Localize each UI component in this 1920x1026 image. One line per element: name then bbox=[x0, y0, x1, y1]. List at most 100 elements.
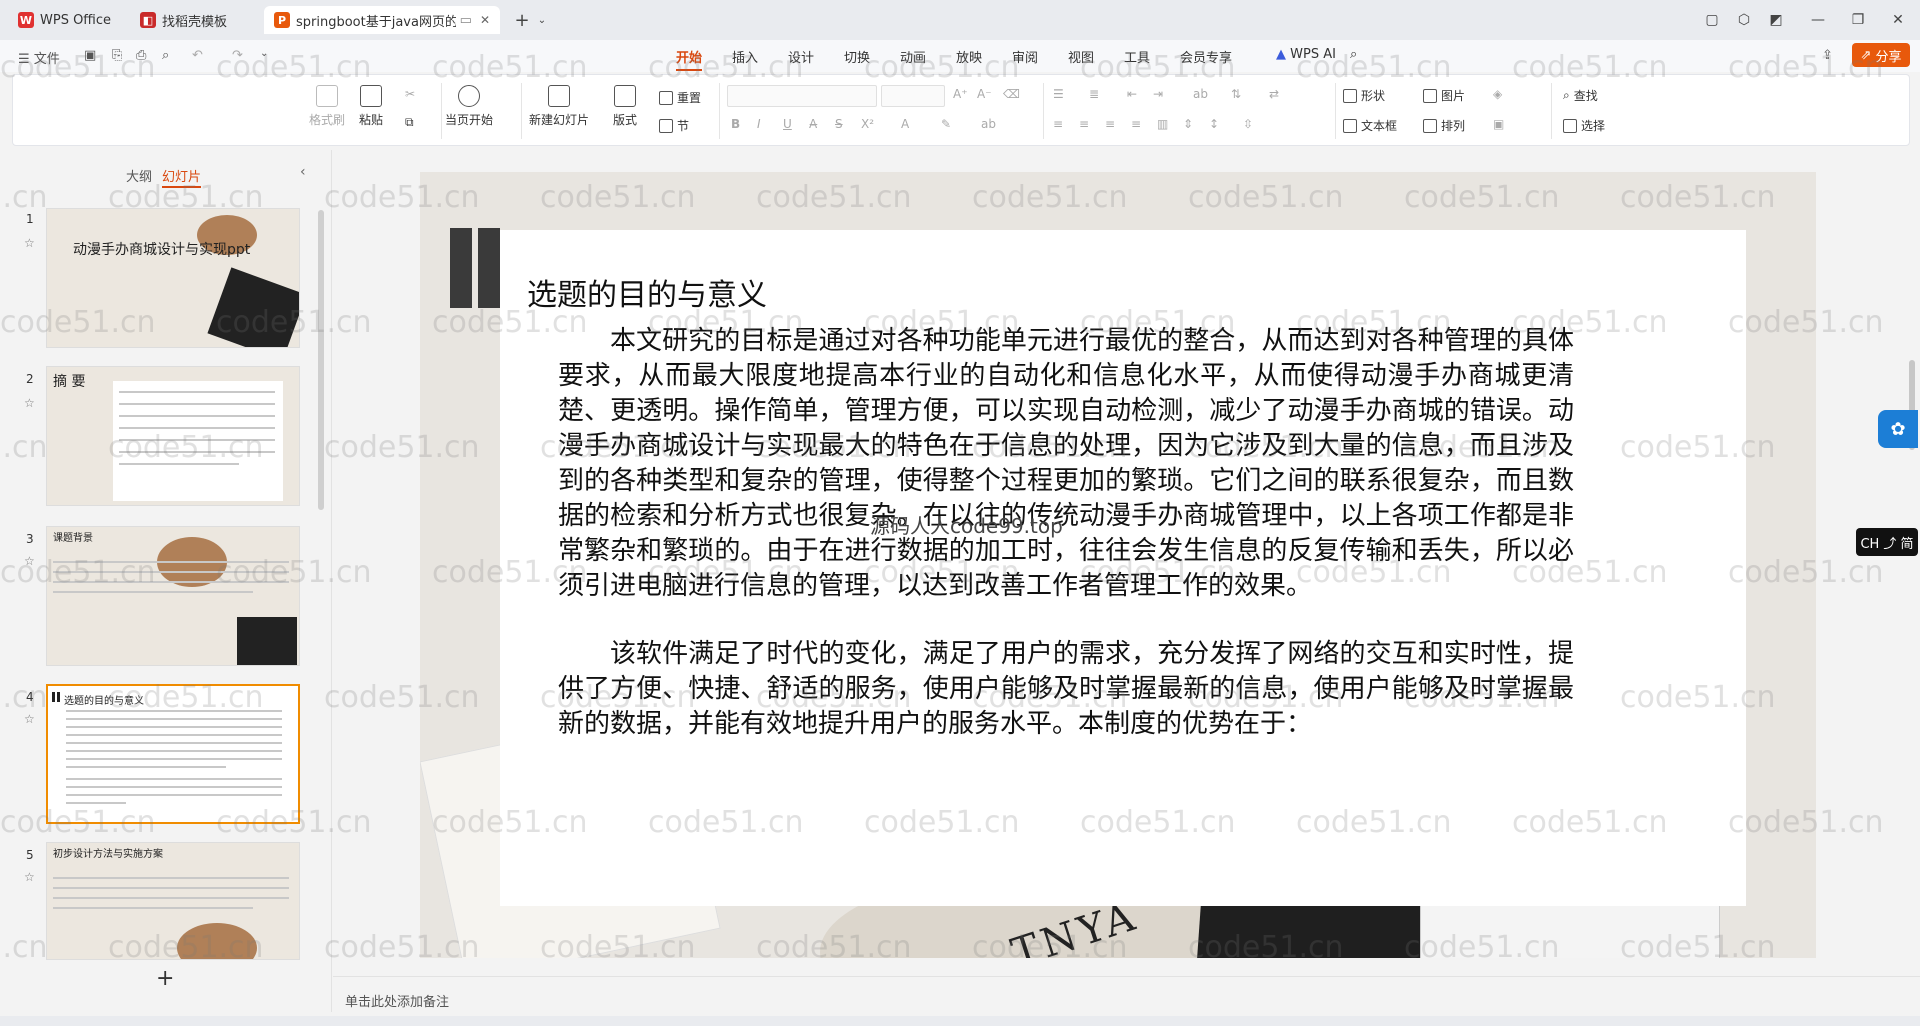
numbered-list-icon[interactable]: ≣ bbox=[1089, 87, 1099, 101]
copy-icon[interactable]: ⧉ bbox=[405, 115, 414, 130]
star-icon[interactable]: ☆ bbox=[24, 236, 35, 250]
tab-home[interactable]: 开始 bbox=[676, 47, 703, 71]
select-button[interactable]: 选择 bbox=[1563, 117, 1605, 134]
close-tab-icon[interactable]: ✕ bbox=[480, 13, 490, 27]
undo-icon[interactable]: ↶ bbox=[192, 48, 203, 63]
find-button[interactable]: ⌕ 查找 bbox=[1563, 87, 1598, 104]
vertical-align-icon[interactable]: ⇕ bbox=[1183, 117, 1193, 131]
tab-slideshow[interactable]: 放映 bbox=[956, 47, 982, 66]
text-direction-icon[interactable]: ab bbox=[1193, 87, 1208, 101]
picture-button[interactable]: 图片 bbox=[1423, 87, 1465, 104]
restore-icon[interactable]: ❐ bbox=[1846, 8, 1870, 32]
wps-ai-button[interactable]: ▲ WPS AI bbox=[1276, 47, 1336, 62]
cube-icon[interactable]: ⬡ bbox=[1732, 8, 1756, 32]
italic-icon[interactable]: I bbox=[757, 117, 761, 131]
slide-thumbnail-4-selected[interactable]: 选题的目的与意义 bbox=[46, 684, 300, 824]
layout-button[interactable]: 版式 bbox=[613, 85, 637, 128]
add-slide-button[interactable]: + bbox=[156, 966, 174, 991]
cut-icon[interactable]: ✂ bbox=[405, 87, 415, 101]
sort-icon[interactable]: ⇅ bbox=[1231, 87, 1241, 101]
font-family-select[interactable] bbox=[727, 85, 877, 107]
star-icon[interactable]: ☆ bbox=[24, 870, 35, 884]
slide-paragraph-2[interactable]: 该软件满足了时代的变化，满足了用户的需求，充分发挥了网络的交互和实时性，提供了方… bbox=[558, 637, 1574, 742]
star-icon[interactable]: ☆ bbox=[24, 554, 35, 568]
ime-indicator[interactable]: CH ⤴ 简 bbox=[1856, 528, 1918, 556]
shape-button[interactable]: 形状 bbox=[1343, 87, 1385, 104]
reset-button[interactable]: 重置 bbox=[659, 89, 701, 106]
print-icon[interactable]: ⎙ bbox=[136, 48, 146, 63]
slide-title[interactable]: 选题的目的与意义 bbox=[527, 270, 767, 314]
print-preview-icon[interactable]: ⌕ bbox=[162, 48, 169, 63]
highlight-icon[interactable]: ✎ bbox=[941, 117, 951, 131]
redo-icon[interactable]: ↷ bbox=[232, 48, 243, 63]
slide-thumbnail-1[interactable]: 动漫手办商城设计与实现ppt bbox=[46, 208, 300, 348]
textbox-button[interactable]: 文本框 bbox=[1343, 117, 1397, 134]
tab-wps-office[interactable]: W WPS Office bbox=[8, 6, 123, 34]
char-spacing-icon[interactable]: ab bbox=[981, 117, 996, 131]
align-left-icon[interactable]: ≡ bbox=[1053, 117, 1063, 131]
superscript-icon[interactable]: X² bbox=[861, 117, 874, 131]
window-layout-icon[interactable]: ▢ bbox=[1700, 8, 1724, 32]
avatar[interactable]: ◩ bbox=[1764, 8, 1788, 32]
star-icon[interactable]: ☆ bbox=[24, 396, 35, 410]
new-slide-button[interactable]: 新建幻灯片 bbox=[529, 85, 589, 128]
star-icon[interactable]: ☆ bbox=[24, 712, 35, 726]
tab-view[interactable]: 视图 bbox=[1068, 47, 1094, 66]
cloud-sync-icon[interactable]: ⇪ bbox=[1822, 48, 1833, 63]
font-color-icon[interactable]: A bbox=[901, 117, 909, 131]
underline-icon[interactable]: U bbox=[783, 117, 792, 131]
clear-format-icon[interactable]: ⌫ bbox=[1003, 87, 1020, 101]
tab-docer[interactable]: ◧ 找稻壳模板 bbox=[130, 6, 258, 34]
slide-paragraph-1[interactable]: 本文研究的目标是通过对各种功能单元进行最优的整合，从而达到对各种管理的具体要求，… bbox=[558, 324, 1574, 604]
bold-icon[interactable]: B bbox=[731, 117, 740, 131]
tab-tools[interactable]: 工具 bbox=[1124, 47, 1150, 66]
tab-list-chevron-icon[interactable]: ⌄ bbox=[530, 8, 554, 32]
vertical-scrollbar[interactable] bbox=[1906, 150, 1920, 976]
increase-font-icon[interactable]: A⁺ bbox=[953, 87, 968, 101]
tab-insert[interactable]: 插入 bbox=[732, 47, 758, 66]
tab-outline[interactable]: 大纲 bbox=[126, 166, 152, 185]
arrange-button[interactable]: 排列 bbox=[1423, 117, 1465, 134]
outline-icon[interactable]: ▣ bbox=[1493, 117, 1504, 131]
font-size-select[interactable] bbox=[881, 85, 945, 107]
shadow-icon[interactable]: S bbox=[835, 117, 843, 131]
quick-access-chevron-icon[interactable]: ⌄ bbox=[260, 48, 268, 59]
tab-slides[interactable]: 幻灯片 bbox=[162, 166, 202, 188]
slide-thumbnail-3[interactable]: 课题背景 bbox=[46, 526, 300, 666]
slide-thumbnail-5[interactable]: 初步设计方法与实施方案 bbox=[46, 842, 300, 960]
fill-icon[interactable]: ◈ bbox=[1493, 87, 1502, 101]
bullet-list-icon[interactable]: ☰ bbox=[1053, 87, 1064, 101]
collapse-panel-icon[interactable]: ‹ bbox=[300, 164, 306, 180]
align-center-icon[interactable]: ≡ bbox=[1079, 117, 1089, 131]
tab-active-document[interactable]: P springboot基于java网页的 ▭ ✕ bbox=[264, 6, 500, 34]
section-button[interactable]: 节 bbox=[659, 117, 689, 134]
panel-scrollbar[interactable] bbox=[318, 210, 324, 510]
convert-smartart-icon[interactable]: ⇄ bbox=[1269, 87, 1279, 101]
format-painter-button[interactable]: 格式刷 bbox=[309, 85, 345, 128]
decrease-font-icon[interactable]: A⁻ bbox=[977, 87, 992, 101]
indent-increase-icon[interactable]: ⇥ bbox=[1153, 87, 1163, 101]
tab-animation[interactable]: 动画 bbox=[900, 47, 926, 66]
justify-icon[interactable]: ≡ bbox=[1131, 117, 1141, 131]
close-window-icon[interactable]: ✕ bbox=[1886, 8, 1910, 32]
start-from-current-button[interactable]: 当页开始 bbox=[445, 85, 493, 128]
tab-review[interactable]: 审阅 bbox=[1012, 47, 1038, 66]
ai-assistant-icon[interactable]: ✿ bbox=[1878, 410, 1918, 448]
file-menu[interactable]: ☰ 文件 bbox=[18, 48, 60, 67]
save-icon[interactable]: ▣ bbox=[84, 48, 96, 63]
search-icon[interactable]: ⌕ bbox=[1350, 47, 1357, 62]
tab-transition[interactable]: 切换 bbox=[844, 47, 870, 66]
columns-icon[interactable]: ▥ bbox=[1157, 117, 1168, 131]
minimize-icon[interactable]: — bbox=[1806, 8, 1830, 32]
slide-thumbnail-2[interactable]: 摘 要 bbox=[46, 366, 300, 506]
strikethrough-icon[interactable]: A̶ bbox=[809, 117, 817, 131]
paste-button[interactable]: 粘贴 bbox=[359, 85, 383, 128]
tab-member[interactable]: 会员专享 bbox=[1180, 47, 1232, 66]
line-spacing-icon[interactable]: ↕ bbox=[1209, 117, 1219, 131]
tab-design[interactable]: 设计 bbox=[788, 47, 814, 66]
para-spacing-icon[interactable]: ⇳ bbox=[1243, 117, 1253, 131]
align-right-icon[interactable]: ≡ bbox=[1105, 117, 1115, 131]
share-button[interactable]: ⇗ 分享 bbox=[1852, 43, 1910, 67]
indent-decrease-icon[interactable]: ⇤ bbox=[1127, 87, 1137, 101]
export-icon[interactable]: ⎘ bbox=[112, 48, 122, 63]
